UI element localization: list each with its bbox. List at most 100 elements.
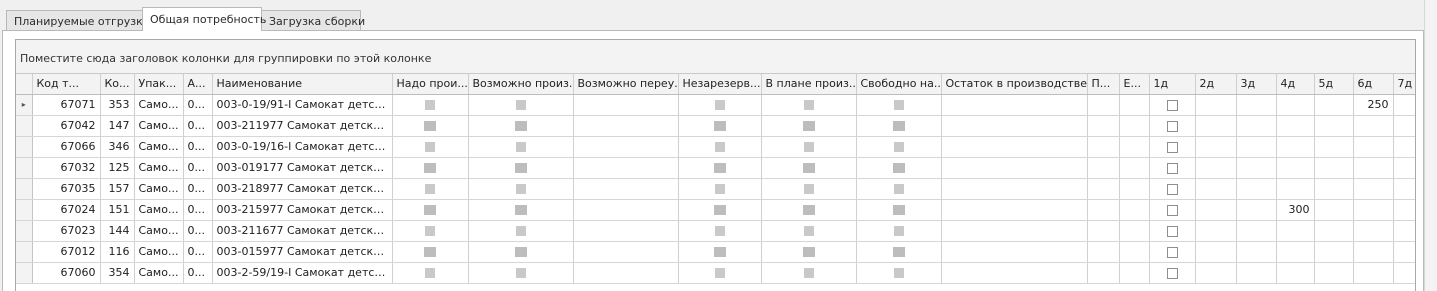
column-header[interactable]: П...: [1087, 74, 1120, 95]
cell-article[interactable]: 0...: [183, 241, 213, 263]
cell-packaging[interactable]: Само...: [134, 94, 184, 116]
column-header[interactable]: Возможно переу...: [573, 74, 679, 95]
cell-day-1[interactable]: [1195, 178, 1237, 200]
cell-masked-value[interactable]: [761, 178, 857, 200]
cell-day-4[interactable]: [1314, 94, 1354, 116]
cell-masked-value[interactable]: [941, 262, 1088, 284]
row-indicator[interactable]: [16, 220, 33, 242]
cell-masked-value[interactable]: [856, 178, 942, 200]
cell-masked-value[interactable]: [856, 136, 942, 158]
cell-masked-value[interactable]: [392, 115, 469, 137]
cell-day-4[interactable]: [1314, 241, 1354, 263]
cell-article[interactable]: 0...: [183, 136, 213, 158]
column-header[interactable]: 6д: [1353, 74, 1394, 95]
cell-product-code[interactable]: 67071: [32, 94, 101, 116]
cell-in-production-remainder[interactable]: [1087, 136, 1120, 158]
cell-in-production-remainder[interactable]: [1087, 115, 1120, 137]
cell-masked-value[interactable]: [941, 115, 1088, 137]
cell-product-code[interactable]: 67035: [32, 178, 101, 200]
cell-masked-value[interactable]: [573, 115, 679, 137]
cell-article[interactable]: 0...: [183, 157, 213, 179]
cell-day-3[interactable]: 300: [1276, 199, 1315, 221]
cell-day-4[interactable]: [1314, 115, 1354, 137]
cell-name[interactable]: 003-211677 Самокат детский т...: [212, 220, 393, 242]
cell-packaging[interactable]: Само...: [134, 115, 184, 137]
row-indicator[interactable]: [16, 178, 33, 200]
cell-day-6[interactable]: [1393, 94, 1415, 116]
cell-day-2[interactable]: [1236, 115, 1277, 137]
cell-p[interactable]: [1119, 262, 1150, 284]
column-header[interactable]: А...: [183, 74, 213, 95]
cell-masked-value[interactable]: [941, 241, 1088, 263]
column-header[interactable]: Упак...: [134, 74, 184, 95]
table-row[interactable]: 67042 147 Само... 0... 003-211977 Самокат де…: [16, 115, 1415, 137]
cell-masked-value[interactable]: [392, 199, 469, 221]
cell-product-code[interactable]: 67032: [32, 157, 101, 179]
cell-day-3[interactable]: [1276, 157, 1315, 179]
cell-masked-value[interactable]: [941, 157, 1088, 179]
cell-in-production-remainder[interactable]: [1087, 241, 1120, 263]
cell-checkbox[interactable]: [1149, 178, 1196, 200]
cell-day-4[interactable]: [1314, 199, 1354, 221]
cell-article[interactable]: 0...: [183, 94, 213, 116]
table-row[interactable]: 67023 144 Само... 0... 003-211677 Самокат де…: [16, 220, 1415, 242]
cell-day-1[interactable]: [1195, 220, 1237, 242]
cell-masked-value[interactable]: [856, 94, 942, 116]
cell-article[interactable]: 0...: [183, 220, 213, 242]
cell-name[interactable]: 003-015977 Самокат детский т...: [212, 241, 393, 263]
row-indicator[interactable]: [16, 157, 33, 179]
cell-day-5[interactable]: [1353, 157, 1394, 179]
cell-masked-value[interactable]: [573, 241, 679, 263]
cell-p[interactable]: [1119, 199, 1150, 221]
cell-day-6[interactable]: [1393, 115, 1415, 137]
cell-p[interactable]: [1119, 115, 1150, 137]
row-indicator[interactable]: [16, 199, 33, 221]
cell-masked-value[interactable]: [678, 241, 762, 263]
cell-quantity[interactable]: 151: [100, 199, 135, 221]
cell-day-6[interactable]: [1393, 136, 1415, 158]
row-indicator[interactable]: [16, 241, 33, 263]
cell-masked-value[interactable]: [678, 199, 762, 221]
cell-packaging[interactable]: Само...: [134, 157, 184, 179]
cell-masked-value[interactable]: [573, 136, 679, 158]
cell-packaging[interactable]: Само...: [134, 262, 184, 284]
cell-masked-value[interactable]: [392, 157, 469, 179]
cell-in-production-remainder[interactable]: [1087, 220, 1120, 242]
cell-masked-value[interactable]: [392, 94, 469, 116]
cell-masked-value[interactable]: [392, 220, 469, 242]
cell-day-6[interactable]: [1393, 199, 1415, 221]
cell-p[interactable]: [1119, 241, 1150, 263]
cell-p[interactable]: [1119, 136, 1150, 158]
cell-masked-value[interactable]: [392, 178, 469, 200]
cell-day-3[interactable]: [1276, 94, 1315, 116]
cell-in-production-remainder[interactable]: [1087, 262, 1120, 284]
cell-masked-value[interactable]: [761, 241, 857, 263]
row-checkbox[interactable]: [1166, 204, 1178, 216]
cell-p[interactable]: [1119, 157, 1150, 179]
cell-masked-value[interactable]: [941, 220, 1088, 242]
column-header[interactable]: 3д: [1236, 74, 1277, 95]
cell-masked-value[interactable]: [941, 199, 1088, 221]
row-indicator[interactable]: [16, 262, 33, 284]
column-header[interactable]: Надо прои...: [392, 74, 469, 95]
cell-masked-value[interactable]: [761, 262, 857, 284]
cell-checkbox[interactable]: [1149, 115, 1196, 137]
row-checkbox[interactable]: [1166, 183, 1178, 195]
cell-masked-value[interactable]: [856, 220, 942, 242]
cell-name[interactable]: 003-0-19/91-I Самокат детский...: [212, 94, 393, 116]
cell-day-5[interactable]: [1353, 115, 1394, 137]
cell-quantity[interactable]: 353: [100, 94, 135, 116]
cell-masked-value[interactable]: [573, 178, 679, 200]
cell-quantity[interactable]: 157: [100, 178, 135, 200]
column-header[interactable]: 7д: [1393, 74, 1415, 95]
cell-article[interactable]: 0...: [183, 115, 213, 137]
cell-day-5[interactable]: [1353, 178, 1394, 200]
cell-day-2[interactable]: [1236, 178, 1277, 200]
row-checkbox[interactable]: [1166, 162, 1178, 174]
cell-masked-value[interactable]: [468, 136, 574, 158]
cell-masked-value[interactable]: [761, 157, 857, 179]
row-checkbox[interactable]: [1166, 246, 1178, 258]
row-checkbox[interactable]: [1166, 141, 1178, 153]
cell-in-production-remainder[interactable]: [1087, 178, 1120, 200]
cell-day-3[interactable]: [1276, 262, 1315, 284]
